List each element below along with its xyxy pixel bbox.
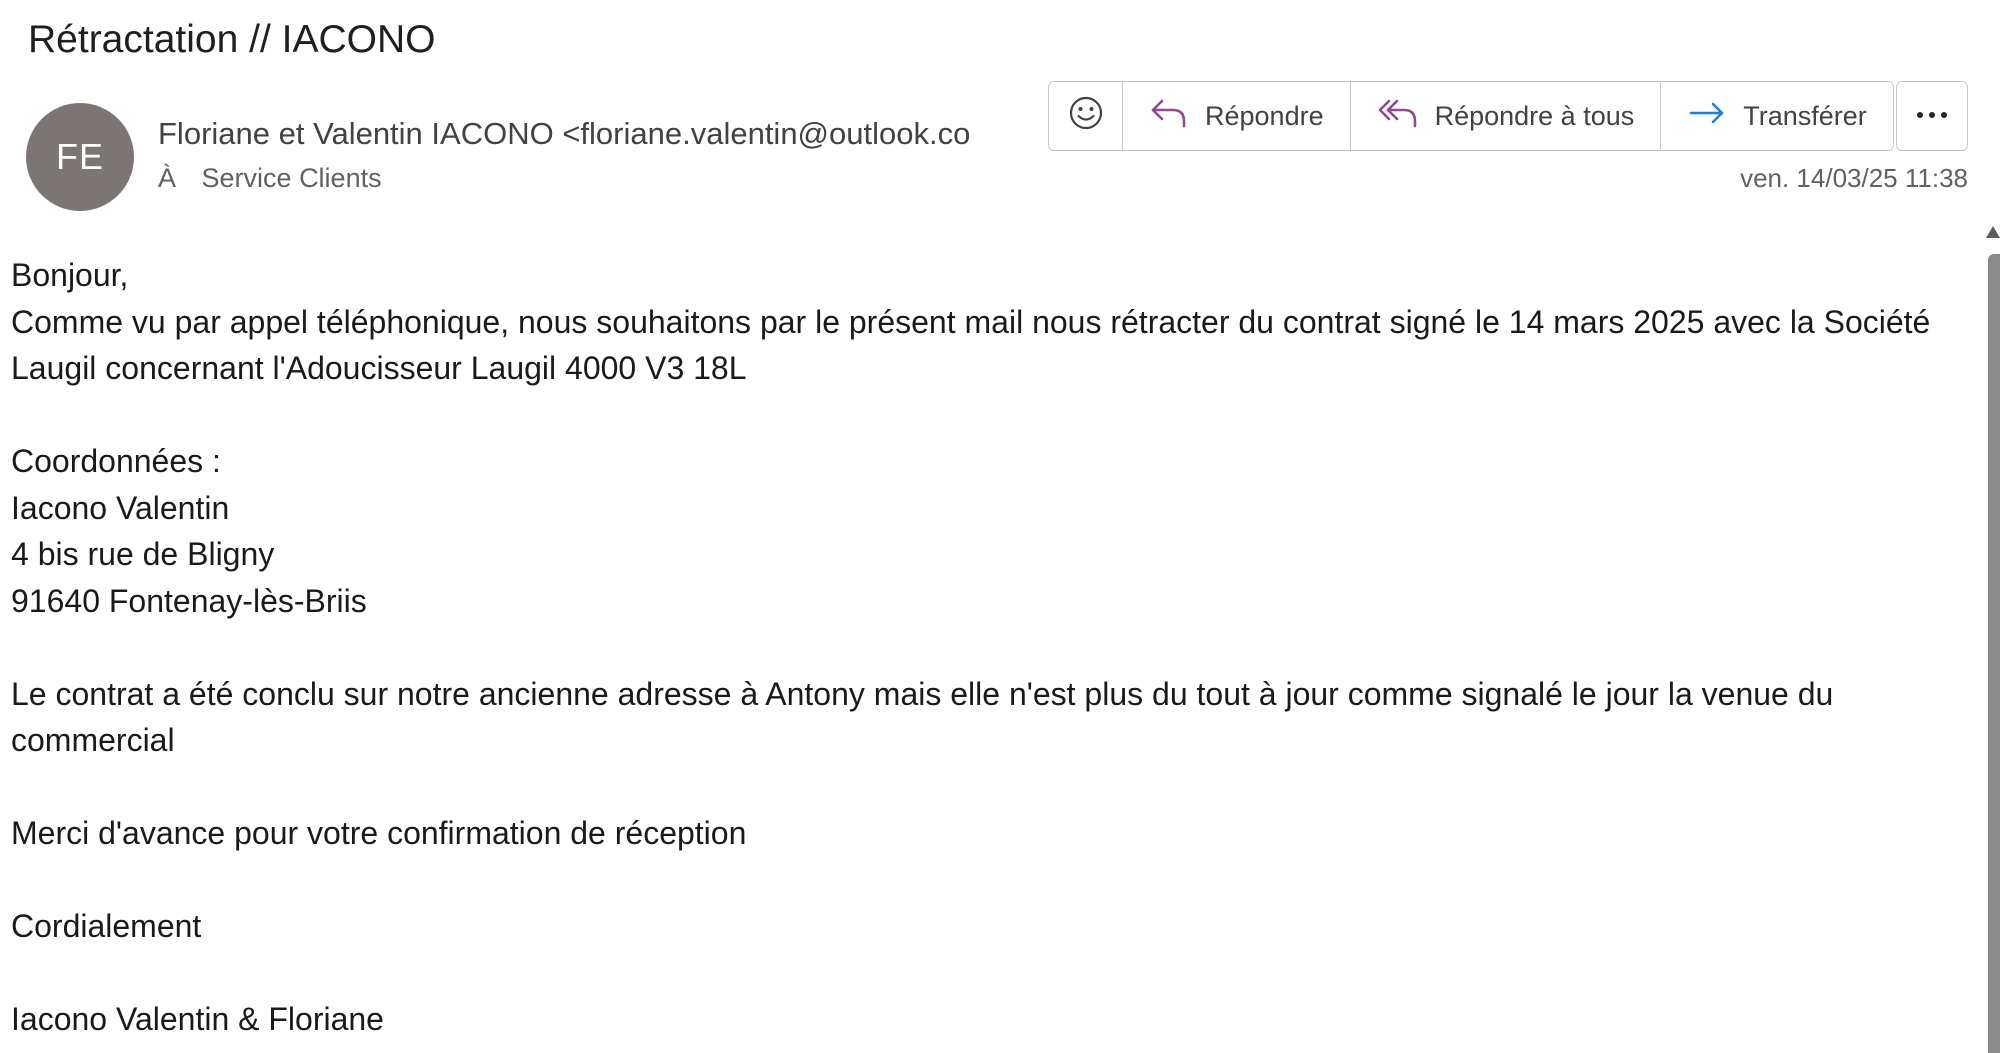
- received-date: ven. 14/03/25 11:38: [1740, 163, 1968, 193]
- body-line: [11, 764, 1971, 811]
- reply-all-icon: [1377, 95, 1435, 138]
- body-line: Cordialement: [11, 908, 202, 944]
- reply-label: Répondre: [1205, 100, 1324, 131]
- body-line: Merci d'avance pour votre confirmation d…: [11, 815, 747, 851]
- body-line: Le contrat a été conclu sur notre ancien…: [11, 675, 1834, 759]
- body-line: Iacono Valentin & Floriane: [11, 1001, 384, 1037]
- reply-icon: [1149, 95, 1205, 138]
- forward-arrow-icon: [1687, 95, 1743, 138]
- reply-all-button[interactable]: Répondre à tous: [1351, 82, 1662, 150]
- to-label: À: [158, 163, 177, 193]
- more-actions-button[interactable]: [1896, 81, 1968, 151]
- avatar[interactable]: FE: [26, 103, 134, 211]
- body-line: [11, 624, 1971, 671]
- body-line: [11, 857, 1971, 904]
- reply-button[interactable]: Répondre: [1123, 82, 1351, 150]
- body-line: 91640 Fontenay-lès-Briis: [11, 582, 367, 619]
- body-line: 4 bis rue de Bligny: [11, 536, 275, 572]
- vertical-scrollbar[interactable]: [1985, 226, 2000, 1053]
- message-body: Bonjour, Comme vu par appel téléphonique…: [11, 252, 1971, 1043]
- body-line: [11, 950, 1971, 997]
- body-line: Iacono Valentin: [11, 489, 230, 526]
- forward-label: Transférer: [1743, 100, 1867, 131]
- smiley-icon: [1068, 95, 1104, 138]
- emoji-reaction-button[interactable]: [1049, 82, 1123, 150]
- body-line: [11, 392, 1971, 439]
- scroll-up-arrow[interactable]: [1986, 226, 2000, 238]
- recipient-name[interactable]: Service Clients: [202, 163, 382, 193]
- scroll-thumb[interactable]: [1988, 254, 2000, 1053]
- reply-all-label: Répondre à tous: [1434, 100, 1635, 131]
- ellipsis-icon: [1914, 107, 1950, 125]
- action-toolbar: Répondre Répondre à tous Transférer: [1048, 81, 1894, 151]
- sender-name[interactable]: Floriane et Valentin IACONO <floriane.va…: [158, 116, 1008, 152]
- subject-title: Rétractation // IACONO: [28, 18, 436, 61]
- forward-button[interactable]: Transférer: [1661, 82, 1893, 150]
- body-line: Bonjour,: [11, 257, 129, 293]
- body-line: Comme vu par appel téléphonique, nous so…: [11, 303, 1931, 387]
- body-line: Coordonnées :: [11, 443, 221, 479]
- recipient-row: À Service Clients: [158, 163, 382, 194]
